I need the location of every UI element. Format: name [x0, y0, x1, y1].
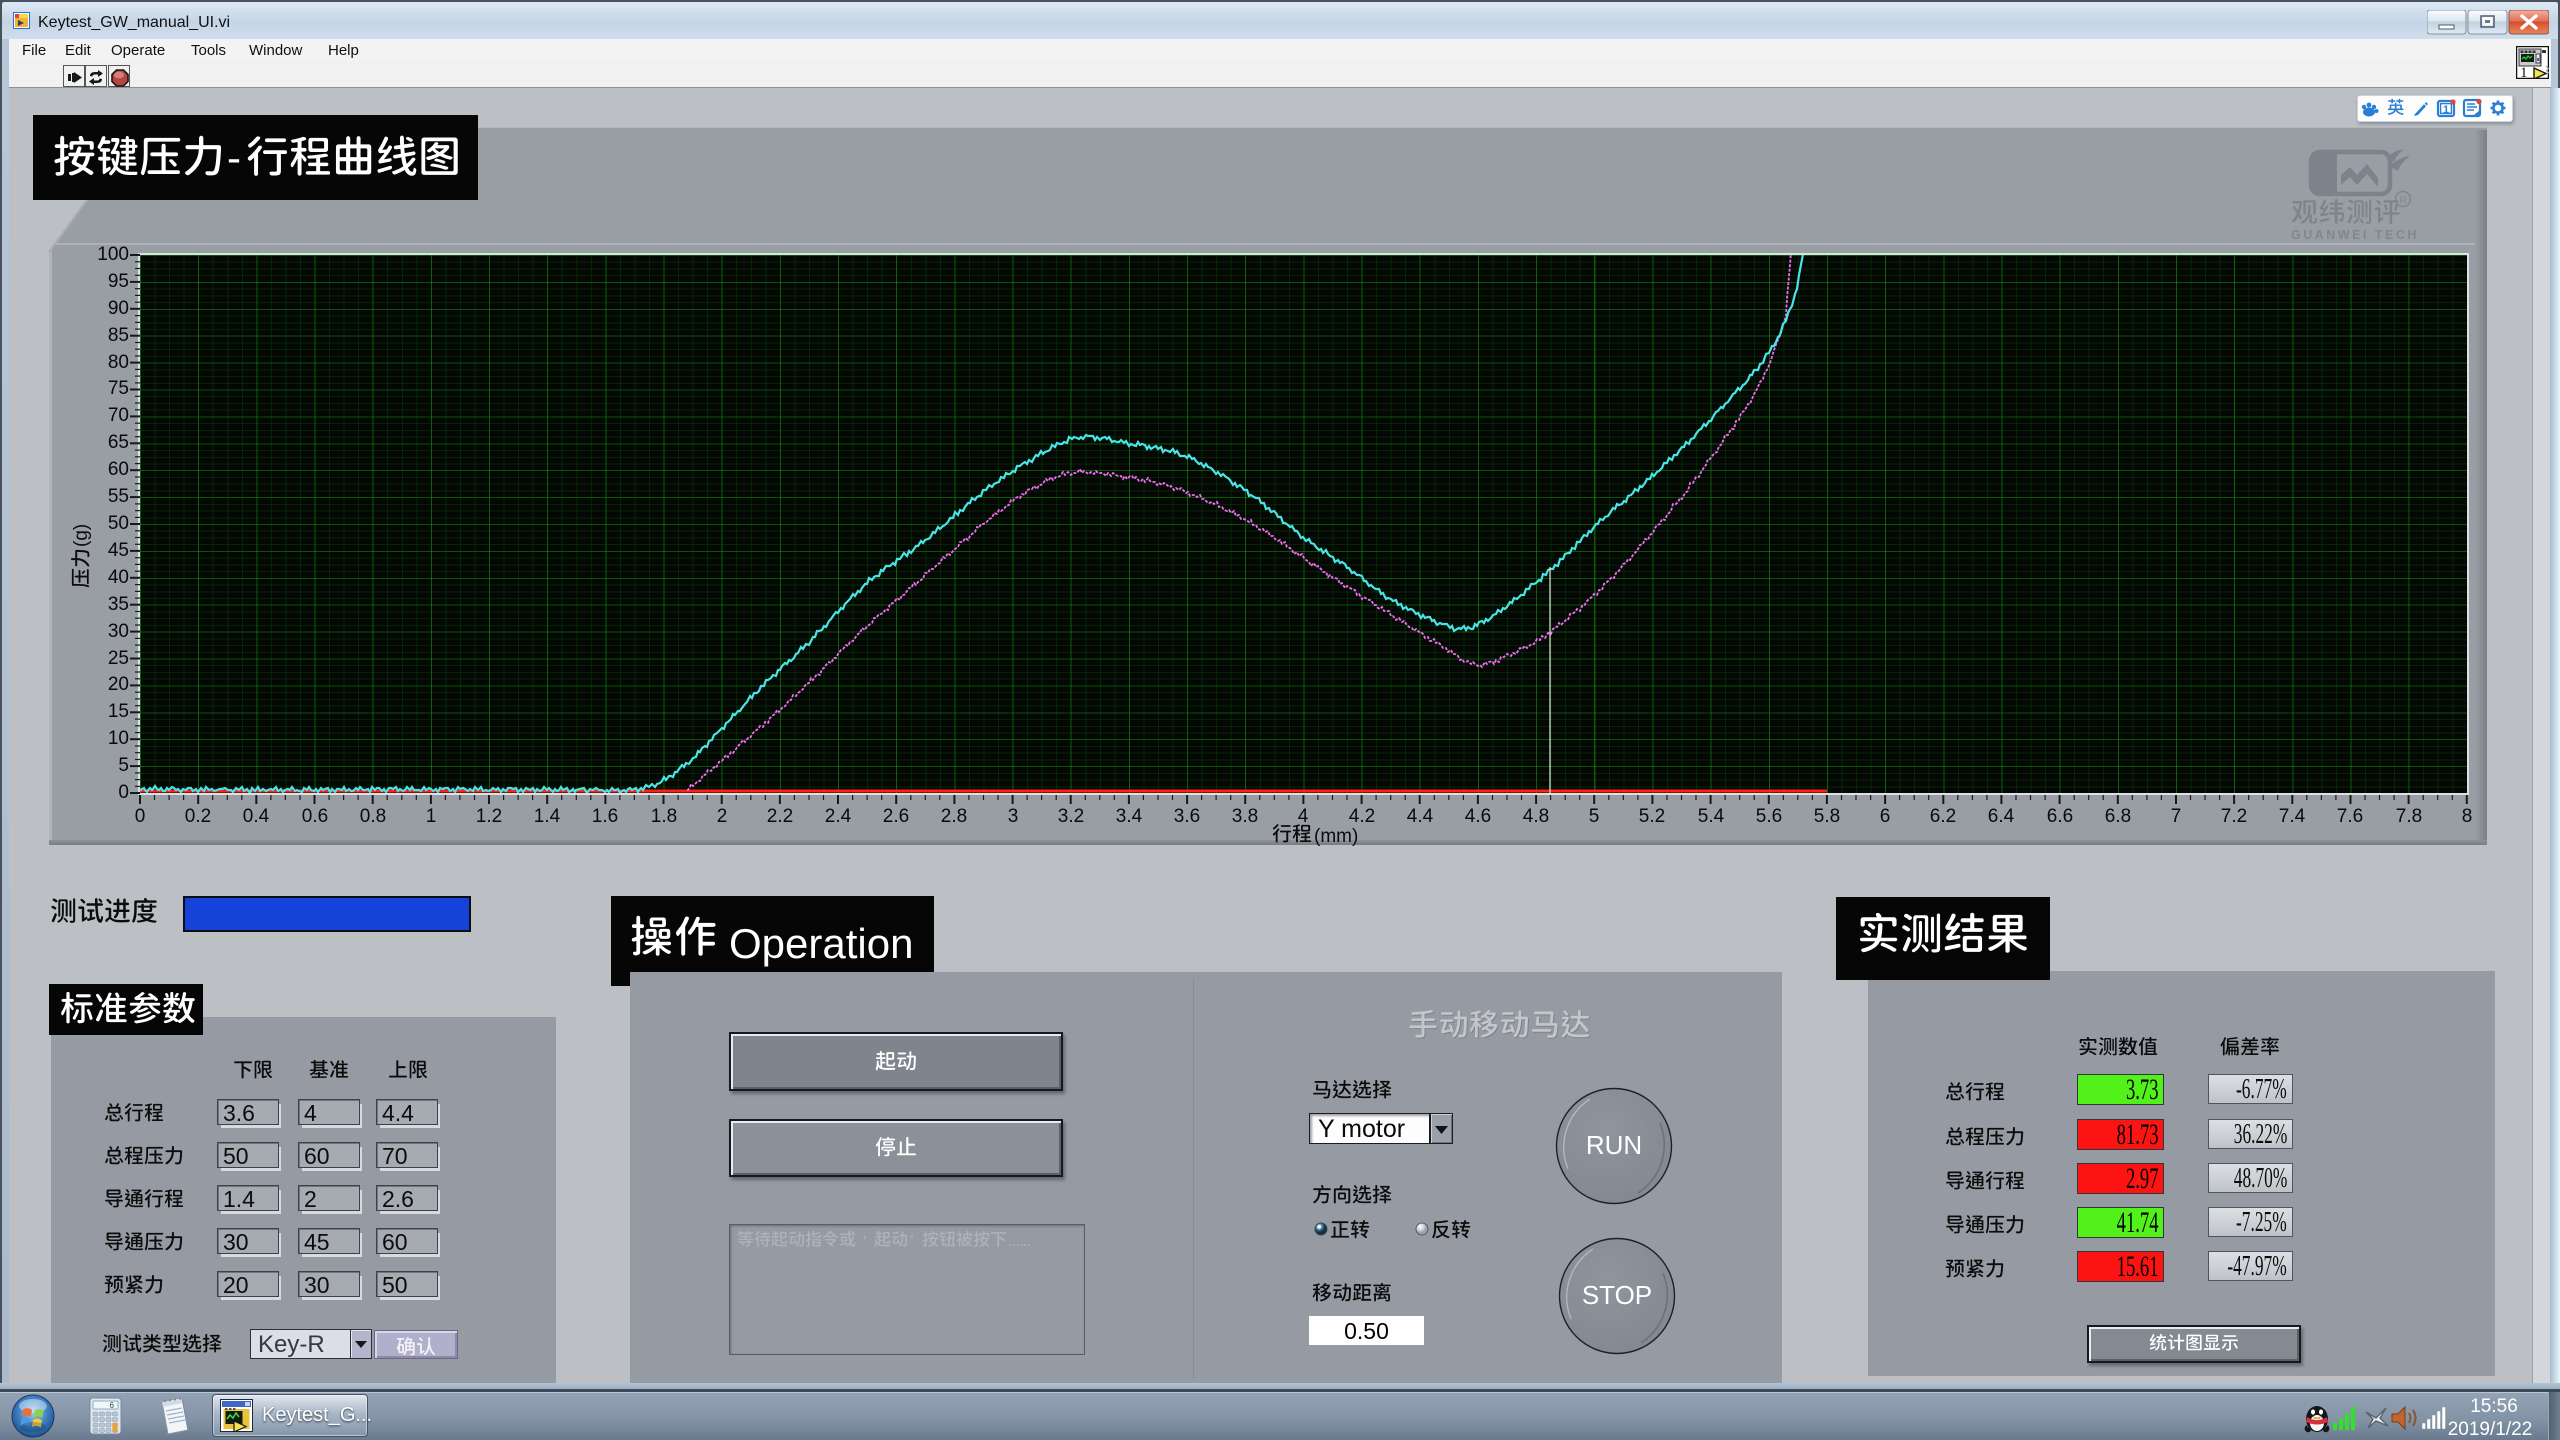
svg-text:1: 1	[2443, 104, 2449, 116]
svg-text:STOP: STOP	[1582, 1280, 1652, 1310]
svg-text:(g): (g)	[71, 524, 92, 547]
svg-text:RUN: RUN	[1586, 1130, 1642, 1160]
svg-text:Operation: Operation	[729, 920, 913, 967]
svg-text:6: 6	[110, 1401, 115, 1410]
svg-text:1: 1	[2520, 65, 2528, 79]
svg-text:Keytest_GW_manual_UI.vi: Keytest_GW_manual_UI.vi	[38, 14, 230, 31]
